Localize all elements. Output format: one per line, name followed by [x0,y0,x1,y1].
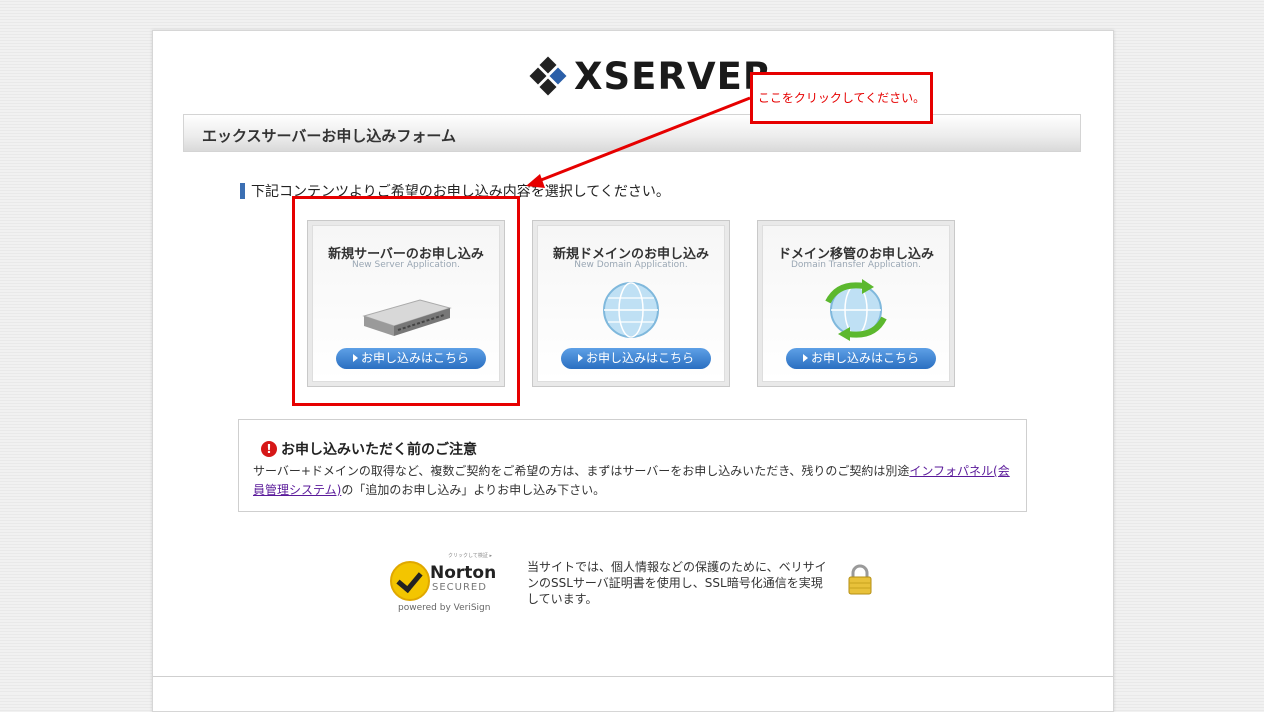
notice-body: サーバー+ドメインの取得など、複数ご契約をご希望の方は、まずはサーバーをお申し込… [253,464,1010,497]
notice-box: ! お申し込みいただく前のご注意 サーバー+ドメインの取得など、複数ご契約をご希… [238,419,1027,512]
norton-secured: SECURED [432,582,487,593]
logo-text: XSERVER [574,55,773,98]
globe-transfer-icon [818,278,894,346]
annotation-highlight-box [292,196,520,406]
globe-icon [596,278,666,346]
xserver-logo[interactable]: XSERVER [528,57,772,97]
warning-icon: ! [261,441,277,457]
footer-divider [153,676,1113,677]
norton-secured-seal[interactable]: クリックして検証 ▸ Norton SECURED powered by Ver… [390,551,500,616]
card-subtitle: New Domain Application. [574,260,688,270]
notice-title: ! お申し込みいただく前のご注意 [261,439,477,459]
arrow-right-icon [577,354,583,362]
logo-diamond-icon [528,56,568,97]
annotation-callout: ここをクリックしてください。 [750,72,933,124]
form-header: エックスサーバーお申し込みフォーム [183,114,1081,152]
arrow-right-icon [802,354,808,362]
apply-button-domain-transfer[interactable]: お申し込みはこちら [786,348,936,369]
heading-bar-icon [240,183,245,199]
norton-name: Norton [430,563,497,583]
page-title: エックスサーバーお申し込みフォーム [202,127,456,145]
card-subtitle: Domain Transfer Application. [791,260,921,270]
lock-icon [845,563,875,601]
norton-powered-by: powered by VeriSign [398,603,491,613]
card-new-domain[interactable]: 新規ドメインのお申し込み New Domain Application. お申し… [532,220,730,387]
card-domain-transfer[interactable]: ドメイン移管のお申し込み Domain Transfer Application… [757,220,955,387]
norton-verify-text: クリックして検証 ▸ [448,553,492,559]
apply-button-new-domain[interactable]: お申し込みはこちら [561,348,711,369]
checkmark-icon [390,561,430,601]
ssl-description: 当サイトでは、個人情報などの保護のために、ベリサインのSSLサーバ証明書を使用し… [527,560,827,606]
